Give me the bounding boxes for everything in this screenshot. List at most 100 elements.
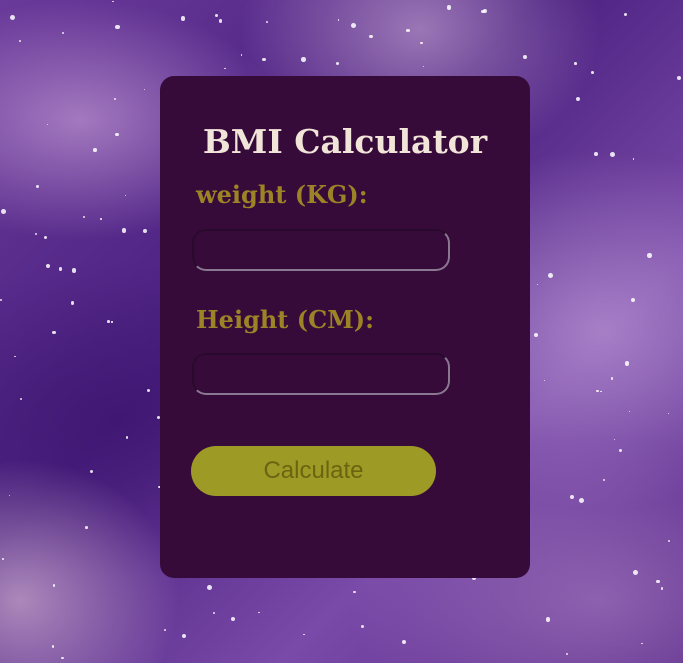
star (667, 539, 670, 543)
star (610, 151, 616, 157)
star (624, 12, 628, 17)
star (164, 629, 167, 631)
star (423, 65, 425, 67)
star (335, 61, 340, 66)
star (51, 644, 55, 648)
star (523, 55, 527, 60)
star (43, 235, 47, 239)
star (575, 96, 581, 101)
star (632, 158, 634, 160)
star (633, 570, 638, 576)
star (536, 284, 539, 286)
star (106, 320, 110, 323)
star (301, 57, 306, 62)
star (258, 611, 260, 614)
star (610, 376, 614, 380)
star (61, 656, 64, 660)
star (46, 123, 49, 125)
star (602, 478, 606, 482)
star (142, 228, 147, 233)
star (111, 321, 113, 323)
star (240, 54, 243, 56)
star (614, 438, 616, 441)
star (121, 228, 127, 233)
star (534, 332, 539, 337)
star (18, 40, 22, 43)
star (180, 16, 186, 21)
star (591, 71, 595, 74)
star (218, 19, 223, 24)
star (1, 209, 7, 215)
star (207, 585, 213, 591)
star (92, 148, 97, 153)
star (230, 616, 235, 621)
star (266, 21, 269, 24)
star (543, 379, 546, 382)
star (570, 495, 575, 500)
star (182, 634, 187, 639)
weight-input[interactable] (192, 229, 450, 271)
star (406, 28, 411, 33)
star (0, 298, 3, 301)
star (113, 98, 116, 101)
star (125, 435, 129, 439)
star (619, 449, 623, 453)
star (115, 132, 119, 137)
star (124, 195, 126, 197)
star (212, 611, 215, 614)
star (401, 639, 406, 644)
star (2, 557, 4, 560)
star (631, 298, 636, 303)
star (677, 76, 682, 81)
star (337, 19, 340, 21)
star (420, 41, 423, 44)
star (595, 389, 599, 393)
star (446, 5, 452, 10)
star (574, 62, 577, 65)
star (545, 616, 551, 622)
weight-label: weight (KG): (196, 180, 368, 209)
star (35, 185, 39, 189)
star (52, 584, 56, 587)
star (628, 410, 631, 413)
star (71, 268, 77, 274)
calculate-button[interactable]: Calculate (191, 446, 436, 496)
star (647, 253, 653, 258)
star (303, 633, 305, 636)
star (143, 88, 146, 91)
star (8, 494, 11, 497)
star (215, 14, 219, 18)
star (224, 67, 226, 70)
star (34, 233, 37, 236)
star (593, 152, 598, 157)
star (52, 330, 56, 335)
bmi-card: BMI Calculator weight (KG): Height (CM):… (160, 76, 530, 578)
star (9, 15, 15, 21)
star (360, 625, 364, 629)
star (112, 0, 114, 3)
star (45, 263, 50, 268)
star (20, 398, 23, 401)
star (147, 388, 151, 393)
star (83, 215, 86, 218)
star (600, 390, 602, 393)
star (481, 9, 485, 14)
star (61, 31, 65, 35)
star (579, 497, 585, 503)
star (566, 652, 569, 655)
star (262, 57, 266, 62)
star (548, 273, 553, 278)
star (14, 356, 16, 358)
page-title: BMI Calculator (202, 122, 488, 161)
star (624, 361, 629, 366)
star (100, 218, 103, 220)
star (656, 579, 660, 584)
star (351, 23, 357, 29)
star (70, 300, 75, 305)
star (352, 590, 356, 594)
star (660, 587, 664, 591)
star (115, 24, 120, 30)
star (369, 34, 373, 39)
height-input[interactable] (192, 353, 450, 395)
height-label: Height (CM): (196, 305, 374, 334)
